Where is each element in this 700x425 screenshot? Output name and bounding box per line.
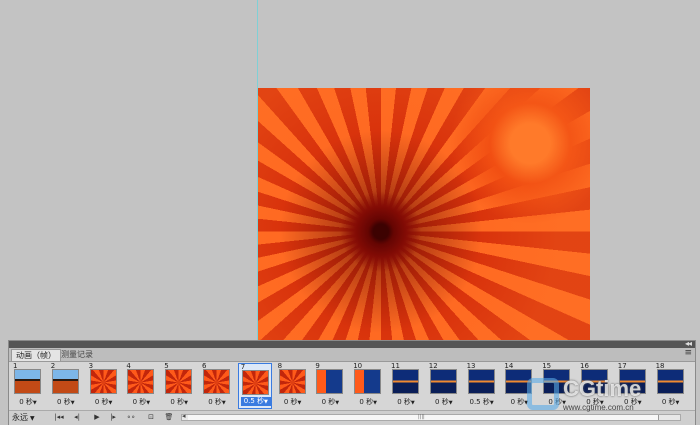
frame-thumbnail[interactable] — [165, 369, 193, 394]
animation-frame[interactable]: 50 秒▼ — [162, 363, 196, 409]
frame-delay-label: 0 秒 — [208, 398, 222, 406]
scroll-left-icon[interactable]: ◂ — [182, 412, 186, 420]
chevron-down-icon: ▼ — [30, 415, 35, 422]
frame-delay-select[interactable]: 0 秒▼ — [164, 398, 194, 407]
frame-delay-label: 0 秒 — [19, 398, 33, 406]
frame-delay-label: 0 秒 — [94, 398, 109, 406]
frame-delay-select[interactable]: 0 秒▼ — [278, 398, 308, 407]
frame-delay-label: 0.5 秒 — [469, 398, 490, 406]
watermark-logo-icon — [527, 378, 559, 410]
watermark-text: CGtime — [563, 376, 642, 401]
panel-titlebar[interactable]: ◂◂ — [9, 339, 695, 348]
panel-menu-icon[interactable]: ≡ — [684, 348, 692, 358]
frame-delay-select[interactable]: 0 秒▼ — [89, 398, 119, 407]
chevron-down-icon: ▼ — [108, 400, 113, 406]
frame-thumbnail[interactable] — [467, 369, 495, 394]
chevron-down-icon: ▼ — [146, 400, 151, 406]
next-frame-icon[interactable]: |▸ — [107, 412, 119, 423]
frame-thumbnail[interactable] — [354, 369, 382, 394]
animation-frame[interactable]: 11 0 秒▼ — [389, 363, 423, 409]
animation-frame[interactable]: 13 0.5 秒▼ — [465, 363, 499, 409]
frame-delay-label: 0 秒 — [510, 398, 525, 406]
tab-row: 动画（帧） 测量记录 ≡ — [9, 348, 695, 362]
collapse-icon[interactable]: ◂◂ — [685, 339, 692, 348]
tab-animation-frames[interactable]: 动画（帧） — [11, 349, 61, 361]
watermark: CGtime www.cgtime.com.cn — [527, 376, 687, 418]
chevron-down-icon: ▼ — [335, 400, 340, 406]
chevron-down-icon: ▼ — [448, 400, 453, 406]
watermark-url: www.cgtime.com.cn — [563, 403, 634, 412]
frame-delay-label: 0 秒 — [283, 398, 298, 406]
frame-delay-label: 0.5 秒 — [243, 397, 265, 405]
frame-delay-select[interactable]: 0 秒▼ — [353, 398, 383, 407]
frame-thumbnail[interactable] — [241, 370, 269, 395]
frame-delay-select[interactable]: 0.5 秒▼ — [240, 397, 271, 406]
frame-delay-label: 0 秒 — [359, 398, 374, 406]
tab-measurement-log[interactable]: 测量记录 — [57, 349, 97, 361]
frame-thumbnail[interactable] — [203, 369, 230, 394]
frame-delay-label: 0 秒 — [132, 398, 147, 406]
animation-frame[interactable]: 7 0.5 秒▼ — [237, 363, 272, 409]
frame-delay-label: 0 秒 — [57, 398, 71, 406]
animation-frame[interactable]: 40 秒▼ — [124, 363, 158, 409]
frame-delay-select[interactable]: 0 秒▼ — [429, 398, 459, 407]
grip-icon: |||| — [418, 414, 425, 420]
new-frame-icon[interactable]: ⊡ — [145, 412, 157, 423]
frame-delay-label: 0 秒 — [170, 398, 185, 406]
document-canvas-image[interactable] — [258, 88, 590, 340]
chevron-down-icon: ▼ — [489, 400, 494, 406]
chevron-down-icon: ▼ — [32, 400, 37, 406]
frame-delay-select[interactable]: 0 秒▼ — [13, 398, 43, 407]
animation-frame[interactable]: 80 秒▼ — [276, 363, 310, 409]
frame-thumbnail[interactable] — [127, 369, 155, 394]
delete-frame-icon[interactable]: 🗑 — [163, 412, 175, 423]
frame-delay-select[interactable]: 0 秒▼ — [126, 398, 156, 407]
frame-thumbnail[interactable] — [14, 369, 41, 394]
chevron-down-icon: ▼ — [410, 400, 415, 406]
chevron-down-icon: ▼ — [373, 400, 377, 406]
play-icon[interactable]: ▶ — [91, 412, 103, 423]
chevron-down-icon: ▼ — [264, 399, 268, 405]
frame-delay-label: 0 秒 — [435, 398, 449, 406]
loop-select[interactable]: 永远 ▼ — [12, 412, 50, 423]
animation-frame[interactable]: 20 秒▼ — [49, 363, 83, 409]
prev-frame-icon[interactable]: ◂| — [71, 412, 83, 423]
chevron-down-icon: ▼ — [184, 400, 188, 406]
loop-select-label: 永远 — [12, 413, 28, 422]
animation-frame[interactable]: 60 秒▼ — [200, 363, 234, 409]
first-frame-icon[interactable]: |◂◂ — [53, 412, 65, 423]
chevron-down-icon: ▼ — [297, 400, 302, 406]
frame-delay-select[interactable]: 0 秒▼ — [51, 398, 81, 407]
animation-frame[interactable]: 90 秒▼ — [313, 363, 347, 409]
animation-frame[interactable]: 10 0 秒▼ — [351, 363, 385, 409]
frame-delay-select[interactable]: 0 秒▼ — [315, 398, 345, 407]
tween-icon[interactable]: ∘∘ — [125, 412, 137, 423]
animation-frame[interactable]: 12 0 秒▼ — [427, 363, 461, 409]
frame-thumbnail[interactable] — [51, 369, 79, 394]
frame-delay-label: 0 秒 — [321, 398, 336, 406]
chevron-down-icon: ▼ — [221, 400, 226, 406]
frame-thumbnail[interactable] — [89, 369, 117, 394]
frame-delay-select[interactable]: 0 秒▼ — [391, 398, 421, 407]
frame-thumbnail[interactable] — [278, 369, 306, 394]
animation-frame[interactable]: 10 秒▼ — [11, 363, 45, 409]
frame-thumbnail[interactable] — [392, 369, 419, 394]
animation-frame[interactable]: 30 秒▼ — [87, 363, 121, 409]
frame-thumbnail[interactable] — [316, 369, 344, 394]
frame-delay-select[interactable]: 0 秒▼ — [202, 398, 232, 407]
frame-delay-select[interactable]: 0.5 秒▼ — [467, 398, 497, 407]
chevron-down-icon: ▼ — [70, 400, 75, 406]
frame-delay-label: 0 秒 — [397, 398, 411, 406]
frame-thumbnail[interactable] — [429, 369, 457, 394]
